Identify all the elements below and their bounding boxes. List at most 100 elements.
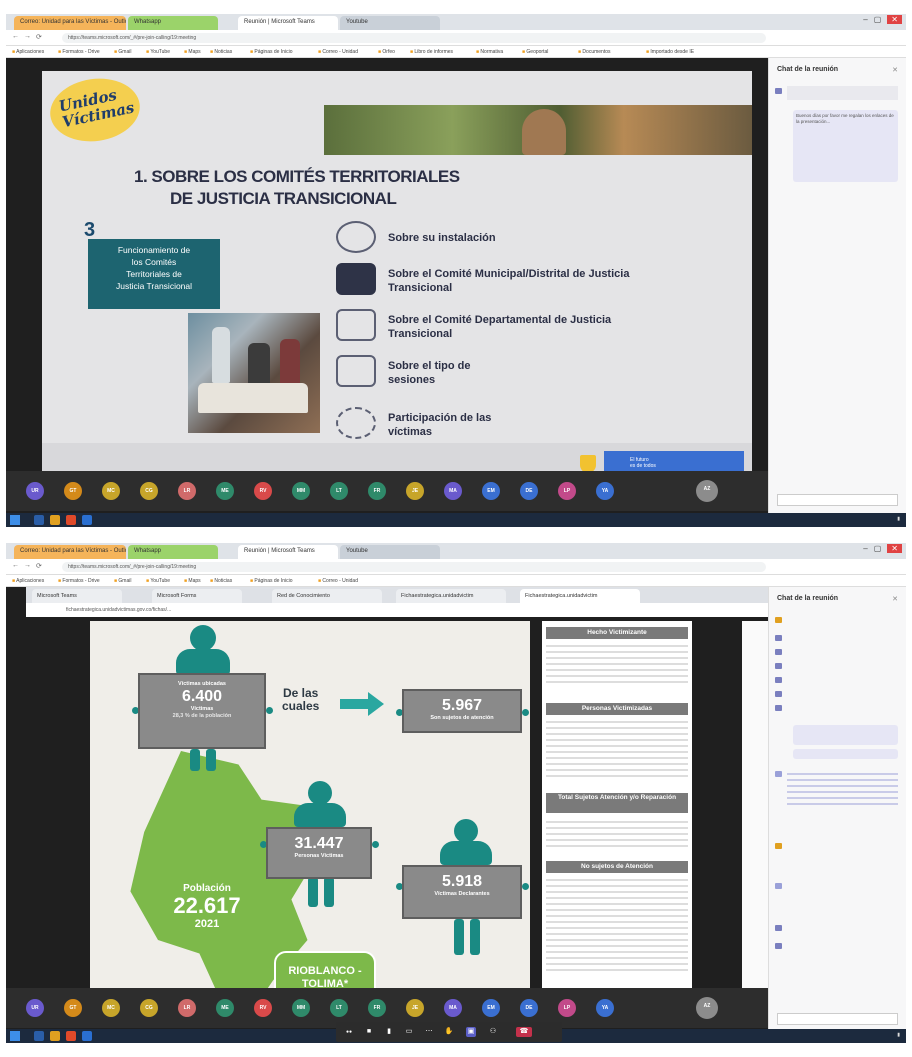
bookmark[interactable]: Normativa <box>476 49 503 55</box>
more-options-icon[interactable]: ⋯ <box>424 1027 434 1037</box>
bookmark[interactable]: Formatos - Drive <box>58 49 99 55</box>
participant-avatar[interactable]: ME <box>216 482 234 500</box>
browser-tab[interactable]: Whatsapp <box>128 545 218 559</box>
bookmark[interactable]: Documentos <box>578 49 610 55</box>
shared-page-scrollbar[interactable] <box>742 621 768 1023</box>
forward-icon[interactable]: → <box>24 562 31 569</box>
participant-avatar[interactable]: GT <box>64 999 82 1017</box>
participant-avatar[interactable]: MA <box>444 482 462 500</box>
self-avatar[interactable]: AZ <box>696 997 718 1019</box>
chat-compose-field[interactable] <box>777 494 898 506</box>
bookmark[interactable]: Libro de informes <box>410 49 453 55</box>
taskbar-app-icon[interactable] <box>50 1031 60 1041</box>
taskbar-app-icon[interactable] <box>82 1031 92 1041</box>
participant-avatar[interactable]: LP <box>558 999 576 1017</box>
participant-avatar[interactable]: JE <box>406 482 424 500</box>
taskbar-app-icon[interactable] <box>66 515 76 525</box>
taskbar-app-icon[interactable] <box>66 1031 76 1041</box>
participant-avatar[interactable]: RV <box>254 999 272 1017</box>
participant-avatar[interactable]: RV <box>254 482 272 500</box>
camera-icon[interactable]: ■ <box>364 1027 374 1037</box>
back-icon[interactable]: ← <box>12 33 19 40</box>
participant-avatar[interactable]: EM <box>482 482 500 500</box>
bookmark[interactable]: YouTube <box>146 578 170 584</box>
shared-tab-active[interactable]: Fichaestrategica.unidadvictim <box>520 589 640 603</box>
bookmark[interactable]: Geoportal <box>522 49 548 55</box>
back-icon[interactable]: ← <box>12 562 19 569</box>
participant-avatar[interactable]: YA <box>596 999 614 1017</box>
participant-avatar[interactable]: CG <box>140 999 158 1017</box>
browser-tab[interactable]: Correo: Unidad para las Víctimas - Outlo… <box>14 545 126 559</box>
participant-avatar[interactable]: LP <box>558 482 576 500</box>
close-icon[interactable]: ✕ <box>892 595 898 603</box>
participant-avatar[interactable]: LT <box>330 482 348 500</box>
participant-avatar[interactable]: EM <box>482 999 500 1017</box>
participant-avatar[interactable]: UR <box>26 999 44 1017</box>
participant-avatar[interactable]: DE <box>520 999 538 1017</box>
taskbar-app-icon[interactable] <box>34 1031 44 1041</box>
participant-avatar[interactable]: UR <box>26 482 44 500</box>
raise-hand-icon[interactable]: ✋ <box>444 1027 454 1037</box>
bookmark[interactable]: Correo - Unidad <box>318 49 358 55</box>
browser-tab-active[interactable]: Reunión | Microsoft Teams <box>238 545 338 559</box>
participant-avatar[interactable]: JE <box>406 999 424 1017</box>
bookmark[interactable]: Aplicaciones <box>12 578 44 584</box>
start-icon[interactable] <box>10 515 20 525</box>
bookmark[interactable]: Páginas de Inicio <box>250 49 292 55</box>
url-field[interactable]: https://teams.microsoft.com/_#/pre-join-… <box>62 562 766 572</box>
participant-avatar[interactable]: LR <box>178 999 196 1017</box>
taskbar-app-icon[interactable] <box>34 515 44 525</box>
forward-icon[interactable]: → <box>24 33 31 40</box>
bookmark[interactable]: Gmail <box>114 49 131 55</box>
chat-link-message[interactable] <box>787 769 898 809</box>
bookmark[interactable]: Aplicaciones <box>12 49 44 55</box>
participant-avatar[interactable]: MM <box>292 482 310 500</box>
participant-avatar[interactable]: YA <box>596 482 614 500</box>
bookmark[interactable]: Noticias <box>210 49 232 55</box>
bookmark[interactable]: Páginas de Inicio <box>250 578 292 584</box>
bookmark[interactable]: Maps <box>184 578 200 584</box>
browser-tab[interactable]: Youtube <box>340 545 440 559</box>
microphone-icon[interactable]: ▮ <box>384 1027 394 1037</box>
window-controls[interactable]: –▢ ✕ <box>863 15 902 24</box>
shared-tab[interactable]: Red de Conocimiento <box>272 589 382 603</box>
share-screen-icon[interactable]: ▭ <box>404 1027 414 1037</box>
participant-avatar[interactable]: LR <box>178 482 196 500</box>
participant-avatar[interactable]: MC <box>102 482 120 500</box>
shared-url-field[interactable]: fichaestrategica.unidadvictimas.gov.co/f… <box>26 603 768 617</box>
bookmark[interactable]: Orfeo <box>378 49 395 55</box>
reload-icon[interactable]: ⟳ <box>36 33 42 41</box>
browser-tab[interactable]: Youtube <box>340 16 440 30</box>
shared-tab[interactable]: Microsoft Teams <box>32 589 122 603</box>
hang-up-button[interactable]: ☎ <box>516 1027 532 1037</box>
chat-compose-field[interactable] <box>777 1013 898 1025</box>
url-field[interactable]: https://teams.microsoft.com/_#/pre-join-… <box>62 33 766 43</box>
participant-avatar[interactable]: MM <box>292 999 310 1017</box>
participant-avatar[interactable]: CG <box>140 482 158 500</box>
participant-avatar[interactable]: ME <box>216 999 234 1017</box>
participant-avatar[interactable]: DE <box>520 482 538 500</box>
browser-tab[interactable]: Whatsapp <box>128 16 218 30</box>
participant-avatar[interactable]: FR <box>368 999 386 1017</box>
browser-tab-active[interactable]: Reunión | Microsoft Teams <box>238 16 338 30</box>
bookmark[interactable]: Maps <box>184 49 200 55</box>
bookmark[interactable]: Gmail <box>114 578 131 584</box>
shared-tab[interactable]: Fichaestrategica.unidadvictim <box>396 589 506 603</box>
chat-icon[interactable]: ▣ <box>466 1027 476 1037</box>
self-avatar[interactable]: AZ <box>696 480 718 502</box>
bookmark[interactable]: Importado desde IE <box>646 49 694 55</box>
taskbar-app-icon[interactable] <box>82 515 92 525</box>
browser-tab[interactable]: Correo: Unidad para las Víctimas - Outlo… <box>14 16 126 30</box>
start-icon[interactable] <box>10 1031 20 1041</box>
participant-avatar[interactable]: LT <box>330 999 348 1017</box>
shared-tab[interactable]: Microsoft Forms <box>152 589 242 603</box>
bookmark[interactable]: Formatos - Drive <box>58 578 99 584</box>
reload-icon[interactable]: ⟳ <box>36 562 42 570</box>
taskbar-app-icon[interactable] <box>50 515 60 525</box>
bookmark[interactable]: Correo - Unidad <box>318 578 358 584</box>
bookmark[interactable]: YouTube <box>146 49 170 55</box>
participant-avatar[interactable]: MA <box>444 999 462 1017</box>
bookmark[interactable]: Noticias <box>210 578 232 584</box>
participant-avatar[interactable]: FR <box>368 482 386 500</box>
window-controls[interactable]: –▢ ✕ <box>863 544 902 553</box>
